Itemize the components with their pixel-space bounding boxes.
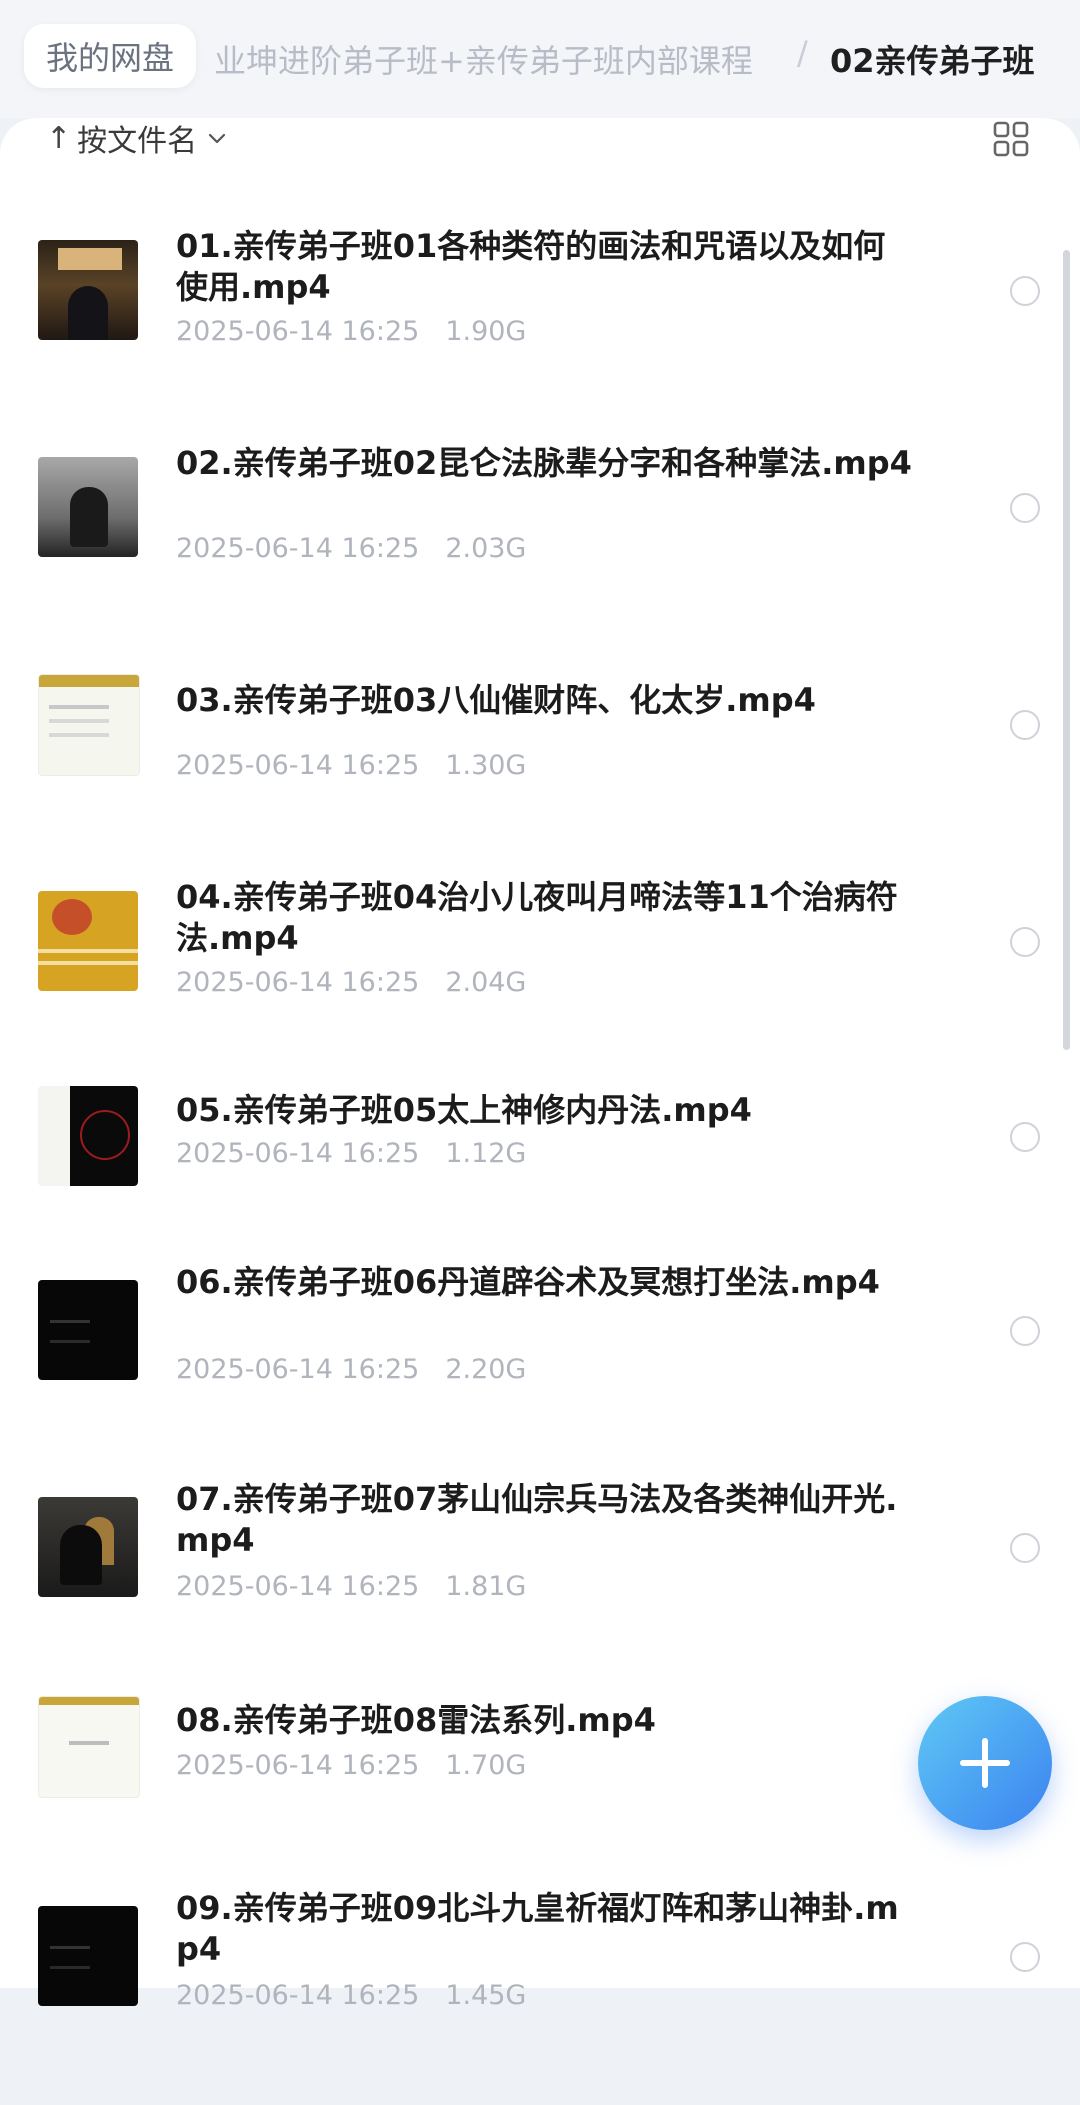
file-size: 1.12G <box>445 1138 527 1169</box>
sort-label: 按文件名 <box>77 124 198 159</box>
file-meta: 2025-06-14 16:25 1.12G <box>176 1138 526 1169</box>
file-date: 2025-06-14 16:25 <box>176 1354 420 1385</box>
file-date: 2025-06-14 16:25 <box>176 1750 420 1781</box>
breadcrumb-home[interactable]: 我的网盘 <box>24 24 197 88</box>
file-row[interactable]: 09.亲传弟子班09北斗九皇祈福灯阵和茅山神卦.mp4 2025-06-14 1… <box>0 1888 1080 2105</box>
file-date: 2025-06-14 16:25 <box>176 1571 420 1602</box>
file-row[interactable]: 03.亲传弟子班03八仙催财阵、化太岁.mp4 2025-06-14 16:25… <box>0 652 1080 869</box>
file-date: 2025-06-14 16:25 <box>176 1138 420 1169</box>
select-radio[interactable] <box>1010 1942 1040 1972</box>
file-meta: 2025-06-14 16:25 1.70G <box>176 1750 526 1781</box>
file-date: 2025-06-14 16:25 <box>176 316 420 347</box>
file-meta: 2025-06-14 16:25 1.81G <box>176 1571 526 1602</box>
video-thumbnail <box>38 1696 140 1798</box>
file-row[interactable]: 08.亲传弟子班08雷法系列.mp4 2025-06-14 16:25 1.70G <box>0 1696 1080 1888</box>
file-date: 2025-06-14 16:25 <box>176 967 420 998</box>
file-size: 2.04G <box>445 967 527 998</box>
file-name: 01.亲传弟子班01各种类符的画法和咒语以及如何使用.mp4 <box>176 227 886 306</box>
file-size: 2.20G <box>445 1354 527 1385</box>
sort-control[interactable]: ↑ 按文件名 <box>46 118 227 159</box>
file-date: 2025-06-14 16:25 <box>176 533 420 564</box>
video-thumbnail <box>38 1906 138 2006</box>
file-name: 08.亲传弟子班08雷法系列.mp4 <box>176 1701 656 1739</box>
select-radio[interactable] <box>1010 1316 1040 1346</box>
file-name: 03.亲传弟子班03八仙催财阵、化太岁.mp4 <box>176 681 816 719</box>
file-list-panel: ↑ 按文件名 01.亲传弟子班01各种类符的画法和咒语以及如何使用.mp4 20… <box>0 118 1080 2011</box>
plus-icon <box>960 1738 1010 1788</box>
file-meta: 2025-06-14 16:25 2.20G <box>176 1354 526 1385</box>
file-name: 07.亲传弟子班07茅山仙宗兵马法及各类神仙开光.mp4 <box>176 1480 898 1559</box>
file-meta: 2025-06-14 16:25 1.90G <box>176 316 526 347</box>
breadcrumb-parent-folder[interactable]: 业坤进阶弟子班+亲传弟子班内部课程 <box>214 36 753 82</box>
video-thumbnail <box>38 240 138 340</box>
file-size: 1.70G <box>445 1750 527 1781</box>
file-meta: 2025-06-14 16:25 2.03G <box>176 533 526 564</box>
file-name: 04.亲传弟子班04治小儿夜叫月啼法等11个治病符法.mp4 <box>176 878 898 957</box>
sort-direction-icon: ↑ <box>46 120 72 156</box>
file-meta: 2025-06-14 16:25 1.45G <box>176 1980 526 2011</box>
file-size: 1.30G <box>445 750 527 781</box>
breadcrumb-separator: / <box>797 34 808 72</box>
select-radio[interactable] <box>1010 1122 1040 1152</box>
file-row[interactable]: 02.亲传弟子班02昆仑法脉辈分字和各种掌法.mp4 2025-06-14 16… <box>0 435 1080 652</box>
video-thumbnail <box>38 891 138 991</box>
file-name: 02.亲传弟子班02昆仑法脉辈分字和各种掌法.mp4 <box>176 444 912 482</box>
breadcrumb: 我的网盘 业坤进阶弟子班+亲传弟子班内部课程 / 02亲传弟子班 <box>0 0 1080 118</box>
select-radio[interactable] <box>1010 1533 1040 1563</box>
file-meta: 2025-06-14 16:25 1.30G <box>176 750 526 781</box>
select-radio[interactable] <box>1010 493 1040 523</box>
file-name: 05.亲传弟子班05太上神修内丹法.mp4 <box>176 1091 752 1129</box>
file-size: 1.81G <box>445 1571 527 1602</box>
file-row[interactable]: 01.亲传弟子班01各种类符的画法和咒语以及如何使用.mp4 2025-06-1… <box>0 218 1080 435</box>
file-size: 1.90G <box>445 316 527 347</box>
grid-view-icon[interactable] <box>992 120 1030 158</box>
chevron-down-icon <box>209 133 226 144</box>
file-row[interactable]: 07.亲传弟子班07茅山仙宗兵马法及各类神仙开光.mp4 2025-06-14 … <box>0 1479 1080 1696</box>
file-size: 2.03G <box>445 533 527 564</box>
file-row[interactable]: 04.亲传弟子班04治小儿夜叫月啼法等11个治病符法.mp4 2025-06-1… <box>0 869 1080 1086</box>
file-list: 01.亲传弟子班01各种类符的画法和咒语以及如何使用.mp4 2025-06-1… <box>0 218 1080 2105</box>
file-row[interactable]: 05.亲传弟子班05太上神修内丹法.mp4 2025-06-14 16:25 1.… <box>0 1086 1080 1262</box>
file-date: 2025-06-14 16:25 <box>176 1980 420 2011</box>
breadcrumb-current-folder: 02亲传弟子班 <box>830 42 1035 80</box>
video-thumbnail <box>38 1086 138 1186</box>
video-thumbnail <box>38 674 140 776</box>
select-radio[interactable] <box>1010 927 1040 957</box>
file-name: 06.亲传弟子班06丹道辟谷术及冥想打坐法.mp4 <box>176 1263 880 1301</box>
file-meta: 2025-06-14 16:25 2.04G <box>176 967 526 998</box>
file-name: 09.亲传弟子班09北斗九皇祈福灯阵和茅山神卦.mp4 <box>176 1889 899 1968</box>
select-radio[interactable] <box>1010 710 1040 740</box>
add-button[interactable] <box>918 1696 1052 1830</box>
file-row[interactable]: 06.亲传弟子班06丹道辟谷术及冥想打坐法.mp4 2025-06-14 16:… <box>0 1262 1080 1479</box>
select-radio[interactable] <box>1010 276 1040 306</box>
file-date: 2025-06-14 16:25 <box>176 750 420 781</box>
video-thumbnail <box>38 1280 138 1380</box>
video-thumbnail <box>38 457 138 557</box>
video-thumbnail <box>38 1497 138 1597</box>
file-size: 1.45G <box>445 1980 527 2011</box>
